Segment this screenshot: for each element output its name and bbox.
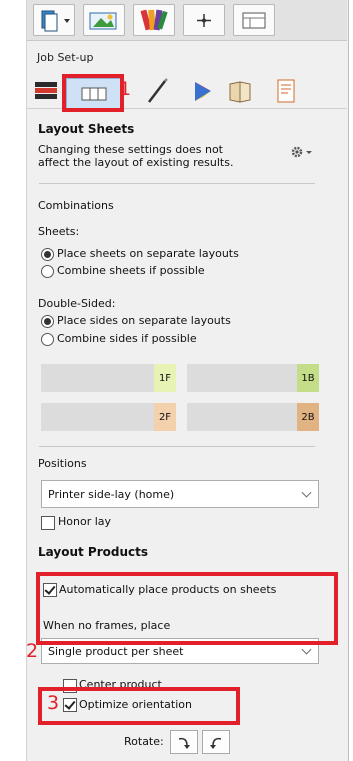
note-line-1: Changing these settings does not [38, 143, 223, 156]
tool-book[interactable] [226, 76, 254, 106]
radio-sides-separate[interactable] [41, 315, 54, 328]
annotation-label-2: 2 [26, 640, 39, 662]
rotate-counterclockwise-icon [210, 737, 222, 749]
tool-page[interactable] [272, 76, 300, 106]
preview-chip-2b: 2B [297, 403, 319, 431]
rotate-counterclockwise-button[interactable] [202, 730, 230, 754]
page-icon [277, 79, 295, 103]
no-frames-select-value: Single product per sheet [48, 644, 184, 658]
positions-label: Positions [38, 457, 87, 470]
divider [39, 446, 315, 447]
tool-pen[interactable] [143, 76, 171, 106]
rotate-clockwise-button[interactable] [170, 730, 198, 754]
tab-document[interactable] [33, 4, 75, 36]
annotation-box-1 [62, 74, 124, 112]
settings-button[interactable] [289, 144, 315, 160]
color-swatches-icon [140, 9, 168, 31]
radio-sides-combine[interactable] [41, 333, 54, 346]
preview-chip-1b: 1B [297, 364, 319, 392]
radio-sheets-combine-label: Combine sheets if possible [57, 264, 205, 277]
preview-1f: 1F [41, 364, 176, 392]
note-line-2: affect the layout of existing results. [38, 156, 234, 169]
annotation-box-2 [36, 572, 338, 645]
annotation-label-1: 1 [119, 78, 132, 100]
chevron-down-icon [301, 487, 312, 498]
divider [39, 183, 315, 184]
rotate-clockwise-icon [178, 737, 190, 749]
color-triangle-icon [195, 82, 211, 101]
annotation-box-3 [38, 687, 240, 725]
preview-chip-2f: 2F [154, 403, 176, 431]
preview-2f: 2F [41, 403, 176, 431]
honor-lay-checkbox[interactable] [41, 516, 55, 530]
tab-colors[interactable] [133, 4, 175, 36]
gear-dropdown-icon [291, 146, 312, 158]
combinations-label: Combinations [38, 199, 114, 212]
radio-sheets-combine[interactable] [41, 265, 54, 278]
stack-icon [35, 82, 57, 99]
book-icon [229, 81, 251, 103]
preview-1b: 1B [187, 364, 319, 392]
chevron-down-icon [301, 644, 312, 655]
radio-sides-separate-label: Place sides on separate layouts [57, 314, 231, 327]
tool-color[interactable] [189, 76, 217, 106]
layout-grid-icon [242, 12, 266, 29]
radio-sheets-separate-label: Place sheets on separate layouts [57, 247, 239, 260]
section-title-layout-products: Layout Products [38, 545, 148, 559]
honor-lay-label: Honor lay [58, 515, 112, 528]
preview-2b: 2B [187, 403, 319, 431]
preview-chip-1f: 1F [154, 364, 176, 392]
section-title-layout-sheets: Layout Sheets [38, 122, 135, 136]
radio-sides-combine-label: Combine sides if possible [57, 332, 197, 345]
crosshair-icon [197, 14, 211, 27]
rotate-label: Rotate: [124, 735, 164, 748]
radio-sheets-separate[interactable] [41, 248, 54, 261]
tab-position[interactable] [183, 4, 225, 36]
image-stack-icon [89, 12, 117, 30]
tab-layout[interactable] [233, 4, 275, 36]
positions-select[interactable]: Printer side-lay (home) [41, 480, 319, 508]
tab-images[interactable] [83, 4, 125, 36]
double-sided-label: Double-Sided: [38, 297, 116, 310]
left-margin [0, 0, 26, 761]
sheets-label: Sheets: [38, 225, 80, 238]
tool-stack[interactable] [33, 76, 63, 104]
annotation-label-3: 3 [47, 692, 60, 714]
group-label: Job Set-up [37, 51, 94, 64]
pen-icon [148, 78, 168, 103]
document-dropdown-icon [41, 10, 70, 32]
positions-select-value: Printer side-lay (home) [48, 487, 175, 501]
